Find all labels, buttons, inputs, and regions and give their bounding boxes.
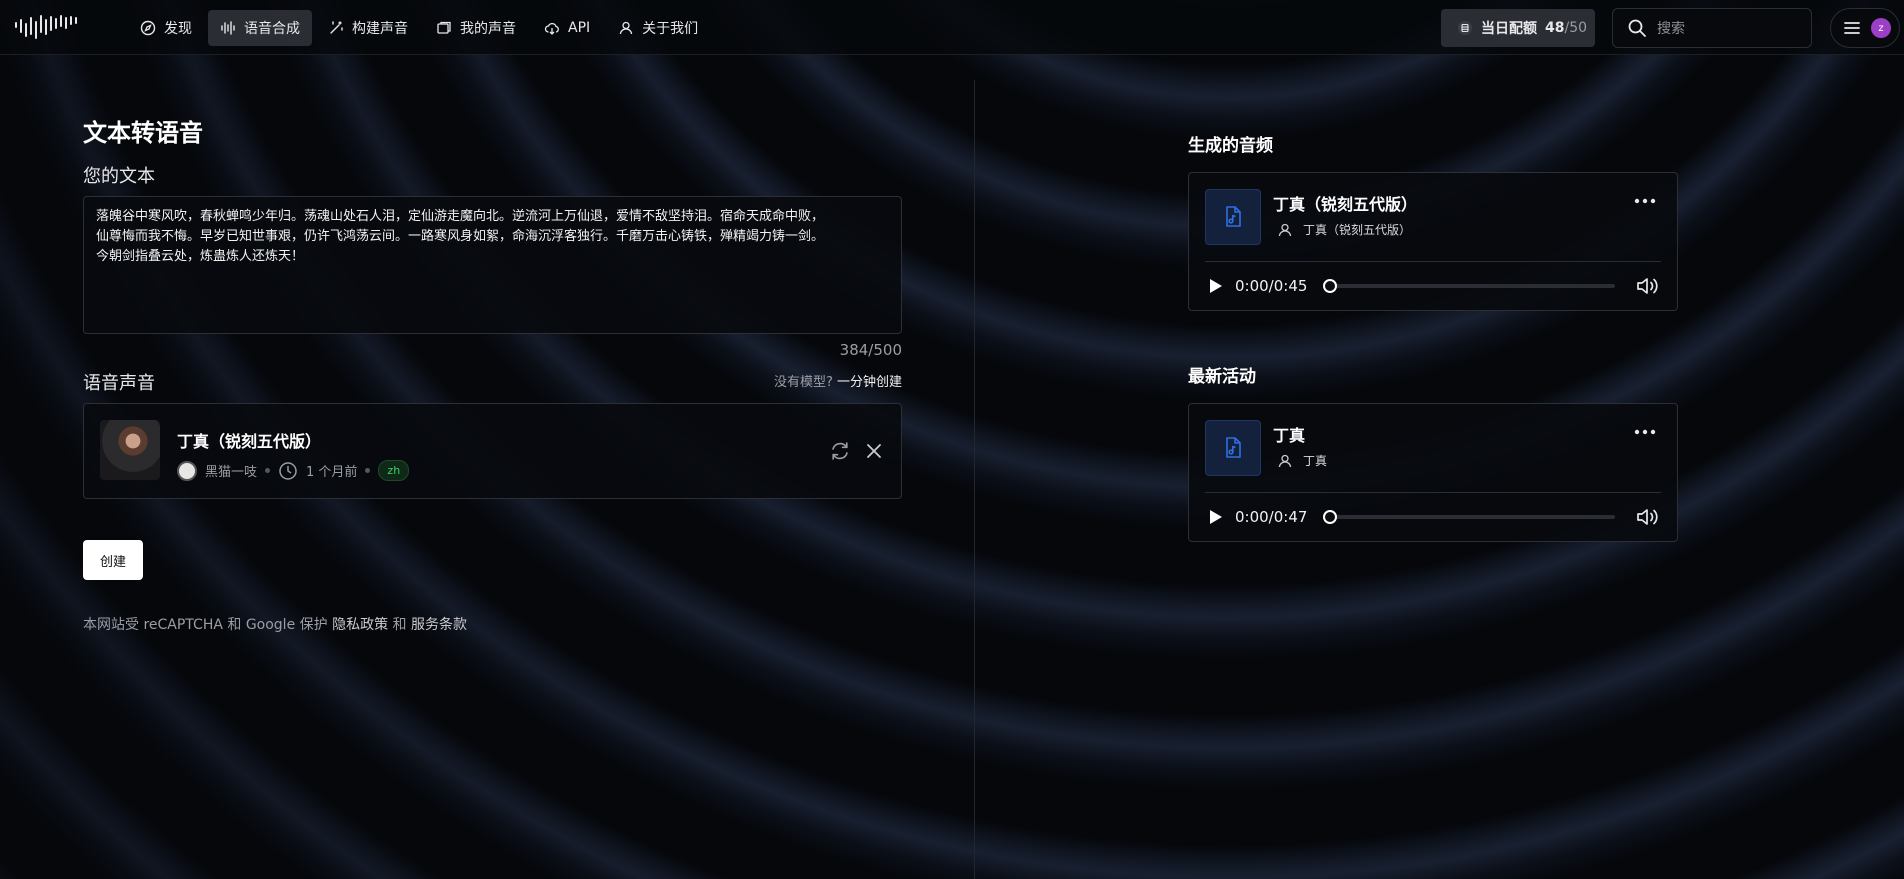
user-icon (1278, 454, 1292, 467)
create-button[interactable]: 创建 (83, 540, 143, 580)
audio-player: 0:00/0:47 (1205, 505, 1661, 529)
audio-title: 丁真 (1273, 426, 1306, 445)
recent-activity-title: 最新活动 (1188, 367, 1256, 387)
nav-label: 关于我们 (642, 21, 699, 37)
terms-link[interactable]: 服务条款 (411, 617, 467, 633)
nav-label: API (568, 20, 591, 36)
audio-voice: 丁真（锐刻五代版） (1277, 221, 1411, 238)
recent-audio-card: 丁真 丁真 0:00/0:47 (1188, 403, 1678, 542)
create-in-minute-link[interactable]: 一分钟创建 (837, 375, 902, 390)
voice-name: 丁真（锐刻五代版） (177, 432, 322, 451)
logo-waveform-icon[interactable] (14, 14, 82, 40)
voice-time: 1 个月前 (306, 465, 358, 480)
magic-wand-icon (330, 21, 343, 34)
card-divider (1205, 492, 1661, 493)
voice-thumbnail (100, 420, 160, 480)
seek-handle[interactable] (1323, 510, 1337, 524)
no-model-hint: 没有模型? 一分钟创建 (773, 375, 902, 390)
waveform-icon (221, 21, 235, 35)
top-nav: 发现 语音合成 构建声音 我的声音 API 关于我们 当日配额 48/50 搜索… (0, 0, 1904, 55)
search-placeholder: 搜索 (1657, 21, 1685, 37)
app: 发现 语音合成 构建声音 我的声音 API 关于我们 当日配额 48/50 搜索… (0, 0, 1904, 879)
separator-dot (365, 468, 371, 473)
audio-title: 丁真（锐刻五代版） (1273, 195, 1418, 214)
daily-quota-badge[interactable]: 当日配额 48/50 (1441, 9, 1595, 47)
seek-bar[interactable] (1323, 279, 1615, 293)
voice-label: 语音声音 (83, 373, 155, 394)
volume-icon[interactable] (1635, 275, 1661, 297)
hamburger-menu-icon (1844, 22, 1860, 34)
audio-player: 0:00/0:45 (1205, 274, 1661, 298)
user-icon (1278, 223, 1292, 236)
clock-icon (279, 461, 297, 480)
nav-label: 语音合成 (244, 21, 300, 37)
card-divider (1205, 261, 1661, 262)
language-badge: zh (378, 460, 410, 481)
voice-meta: 黑猫一吱 1 个月前 zh (177, 460, 410, 481)
voice-author: 黑猫一吱 (205, 465, 258, 480)
search-icon (1628, 19, 1646, 37)
audio-file-icon (1205, 189, 1261, 245)
play-icon[interactable] (1205, 276, 1225, 296)
user-menu-button[interactable]: z (1830, 8, 1900, 48)
audio-file-icon (1205, 420, 1261, 476)
audio-time: 0:00/0:47 (1235, 508, 1308, 526)
author-avatar (177, 460, 197, 481)
avatar: z (1871, 18, 1891, 38)
char-counter: 384/500 (839, 341, 902, 359)
folder-icon (437, 21, 451, 34)
quota-value: 48/50 (1545, 20, 1588, 36)
quota-label: 当日配额 (1481, 21, 1537, 37)
generated-audio-card: 丁真（锐刻五代版） 丁真（锐刻五代版） 0:00/0:45 (1188, 172, 1678, 311)
separator-dot (265, 468, 271, 473)
more-options-icon[interactable] (1633, 191, 1657, 211)
column-divider (974, 80, 975, 879)
text-input[interactable]: 落魄谷中寒风吹，春秋蝉鸣少年归。荡魂山处石人泪，定仙游走魔向北。逆流河上万仙退，… (83, 196, 902, 334)
nav-item-api[interactable]: API (532, 10, 602, 46)
nav-label: 我的声音 (460, 21, 516, 37)
selected-voice-card[interactable]: 丁真（锐刻五代版） 黑猫一吱 1 个月前 zh (83, 403, 902, 499)
voice-actions (829, 440, 885, 462)
nav-menu: 发现 语音合成 构建声音 我的声音 API 关于我们 (128, 10, 710, 46)
nav-item-my-voices[interactable]: 我的声音 (424, 10, 528, 46)
nav-label: 构建声音 (352, 21, 408, 37)
user-icon (620, 21, 633, 35)
seek-handle[interactable] (1323, 279, 1337, 293)
close-icon[interactable] (863, 440, 885, 462)
seek-bar[interactable] (1323, 510, 1615, 524)
privacy-link[interactable]: 隐私政策 (332, 617, 388, 633)
nav-item-build-voice[interactable]: 构建声音 (316, 10, 420, 46)
nav-item-about[interactable]: 关于我们 (606, 10, 710, 46)
nav-item-discover[interactable]: 发现 (128, 10, 204, 46)
play-icon[interactable] (1205, 507, 1225, 527)
audio-time: 0:00/0:45 (1235, 277, 1308, 295)
more-options-icon[interactable] (1633, 422, 1657, 442)
text-label: 您的文本 (83, 166, 155, 187)
refresh-icon[interactable] (829, 440, 851, 462)
volume-icon[interactable] (1635, 506, 1661, 528)
cloud-icon (544, 22, 559, 35)
page-title: 文本转语音 (83, 119, 203, 147)
database-icon (1458, 21, 1472, 35)
recaptcha-notice: 本网站受 reCAPTCHA 和 Google 保护 隐私政策 和 服务条款 (83, 617, 467, 633)
search-box[interactable]: 搜索 (1612, 8, 1812, 48)
compass-icon (140, 20, 156, 36)
nav-item-tts[interactable]: 语音合成 (208, 10, 312, 46)
nav-label: 发现 (164, 21, 192, 37)
generated-audio-title: 生成的音频 (1188, 136, 1273, 156)
audio-voice: 丁真 (1277, 452, 1327, 469)
